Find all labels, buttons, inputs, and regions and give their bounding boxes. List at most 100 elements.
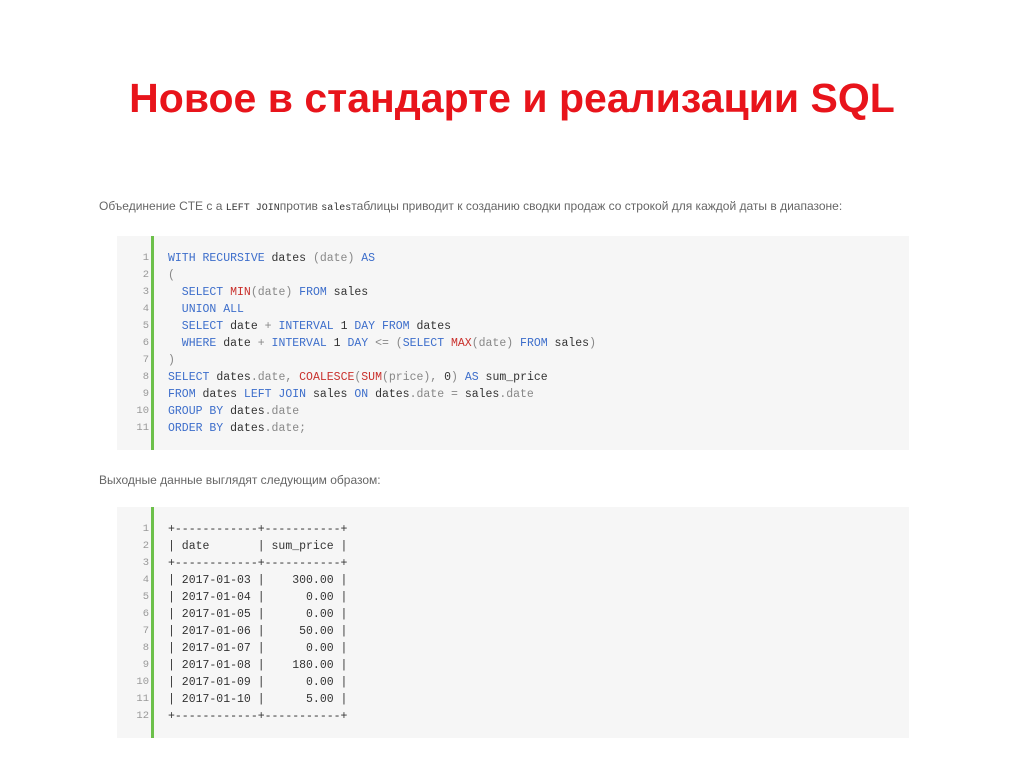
code-token: SELECT: [168, 371, 210, 384]
line-number: 6: [142, 608, 149, 620]
code-token: MIN: [230, 286, 251, 299]
slide-title: Новое в стандарте и реализации SQL: [129, 75, 895, 121]
code-line: | 2017-01-07 | 0.00 |: [168, 642, 348, 655]
code-token: dates: [223, 422, 265, 435]
code-token: (date): [312, 252, 355, 265]
caption-text-part-1: Объединение CTE с а: [99, 199, 226, 213]
code-line: +------------+-----------+: [168, 710, 348, 723]
code-token: INTERVAL: [264, 337, 334, 350]
code-line: | date | sum_price |: [168, 540, 348, 553]
sql-line-number-gutter: 1 2 3 4 5 6 7 8 9 10 11: [117, 236, 149, 450]
code-token: .date =: [409, 388, 465, 401]
code-token: +: [264, 320, 272, 333]
code-token: .date: [499, 388, 534, 401]
line-number: 3: [142, 286, 149, 298]
code-token: ORDER BY: [168, 422, 224, 435]
line-number: 10: [136, 676, 149, 688]
code-line: ORDER BY dates.date;: [168, 420, 306, 437]
code-token: GROUP BY: [168, 405, 224, 418]
output-code-block: 1 2 3 4 5 6 7 8 9 10 11 12 +------------+----------…: [117, 507, 909, 738]
line-number: 11: [136, 422, 149, 434]
code-line: | 2017-01-05 | 0.00 |: [168, 608, 348, 621]
code-line: +------------+-----------+: [168, 557, 348, 570]
code-token: SELECT: [402, 337, 451, 350]
code-token: DAY: [340, 337, 376, 350]
code-token: 1: [333, 337, 341, 350]
code-token: FROM: [513, 337, 548, 350]
code-token: SUM: [361, 371, 382, 384]
output-line-number-gutter: 1 2 3 4 5 6 7 8 9 10 11 12: [117, 507, 149, 738]
code-token: dates: [209, 371, 251, 384]
line-number: 12: [136, 710, 149, 722]
line-number: 8: [142, 371, 149, 383]
caption-inline-code-left-join: LEFT JOIN: [225, 203, 280, 214]
line-number: 3: [142, 557, 149, 569]
output-caption: Выходные данные выглядят следующим образ…: [99, 473, 381, 487]
code-token: dates: [223, 405, 265, 418]
code-line: SELECT MIN(date) FROM sales: [168, 284, 368, 301]
line-number: 7: [142, 625, 149, 637]
code-line: | 2017-01-08 | 180.00 |: [168, 659, 348, 672]
code-token: WHERE: [168, 337, 217, 350]
code-token: dates: [195, 388, 244, 401]
line-number: 5: [142, 320, 149, 332]
code-line: GROUP BY dates.date: [168, 403, 299, 420]
code-token: sales: [306, 388, 355, 401]
code-line: +------------+-----------+: [168, 523, 348, 536]
line-number: 10: [136, 405, 149, 417]
code-token: date: [216, 337, 258, 350]
code-token: FROM: [168, 388, 196, 401]
code-token: dates: [368, 388, 410, 401]
code-token: .date;: [264, 422, 307, 435]
code-token: (: [168, 269, 175, 282]
code-line: | 2017-01-03 | 300.00 |: [168, 574, 348, 587]
line-number: 6: [142, 337, 149, 349]
code-token: (date): [471, 337, 514, 350]
code-line: | 2017-01-09 | 0.00 |: [168, 676, 348, 689]
code-token: LEFT JOIN: [243, 388, 307, 401]
code-token: sum_price: [478, 371, 548, 384]
code-token: dates: [264, 252, 313, 265]
code-line: WHERE date + INTERVAL 1 DAY <= (SELECT M…: [168, 335, 596, 352]
code-token: ON: [354, 388, 369, 401]
code-token: (date): [250, 286, 293, 299]
code-token: SELECT: [168, 320, 224, 333]
code-token: ): [589, 337, 596, 350]
code-line: SELECT dates.date, COALESCE(SUM(price), …: [168, 369, 548, 386]
code-token: SELECT: [168, 286, 231, 299]
code-line: WITH RECURSIVE dates (date) AS: [168, 250, 375, 267]
code-token: DAY FROM: [347, 320, 410, 333]
code-token: WITH RECURSIVE: [168, 252, 265, 265]
line-number: 4: [142, 574, 149, 586]
line-number: 1: [142, 252, 149, 264]
code-token: INTERVAL: [271, 320, 341, 333]
code-token: UNION ALL: [168, 303, 244, 316]
line-number: 11: [136, 693, 149, 705]
code-line: | 2017-01-10 | 5.00 |: [168, 693, 348, 706]
line-number: 2: [142, 269, 149, 281]
sql-code-accent-bar: [151, 236, 154, 450]
code-token: COALESCE: [299, 371, 355, 384]
caption-inline-code-sales: sales: [321, 203, 352, 214]
line-number: 1: [142, 523, 149, 535]
code-line: (: [168, 267, 175, 284]
code-token: sales: [464, 388, 500, 401]
code-token: (price),: [382, 371, 445, 384]
code-line: FROM dates LEFT JOIN sales ON dates.date…: [168, 386, 534, 403]
caption-text-part-2: против: [279, 199, 322, 213]
code-token: MAX: [451, 337, 472, 350]
caption-text-part-3: таблицы приводит к созданию сводки прода…: [351, 199, 843, 213]
output-code-accent-bar: [151, 507, 154, 738]
code-token: AS: [354, 252, 376, 265]
code-token: sales: [547, 337, 590, 350]
code-token: <= (: [375, 337, 403, 350]
line-number: 9: [142, 659, 149, 671]
code-token: sales: [326, 286, 369, 299]
code-line: ): [168, 352, 175, 369]
code-line: | 2017-01-04 | 0.00 |: [168, 591, 348, 604]
code-token: dates: [409, 320, 452, 333]
line-number: 5: [142, 591, 149, 603]
line-number: 9: [142, 388, 149, 400]
sql-caption: Объединение CTE с а LEFT JOINпротив sale…: [99, 198, 842, 217]
sql-code-block: 1 2 3 4 5 6 7 8 9 10 11 WITH RECURSIVE dates (date…: [117, 236, 909, 450]
